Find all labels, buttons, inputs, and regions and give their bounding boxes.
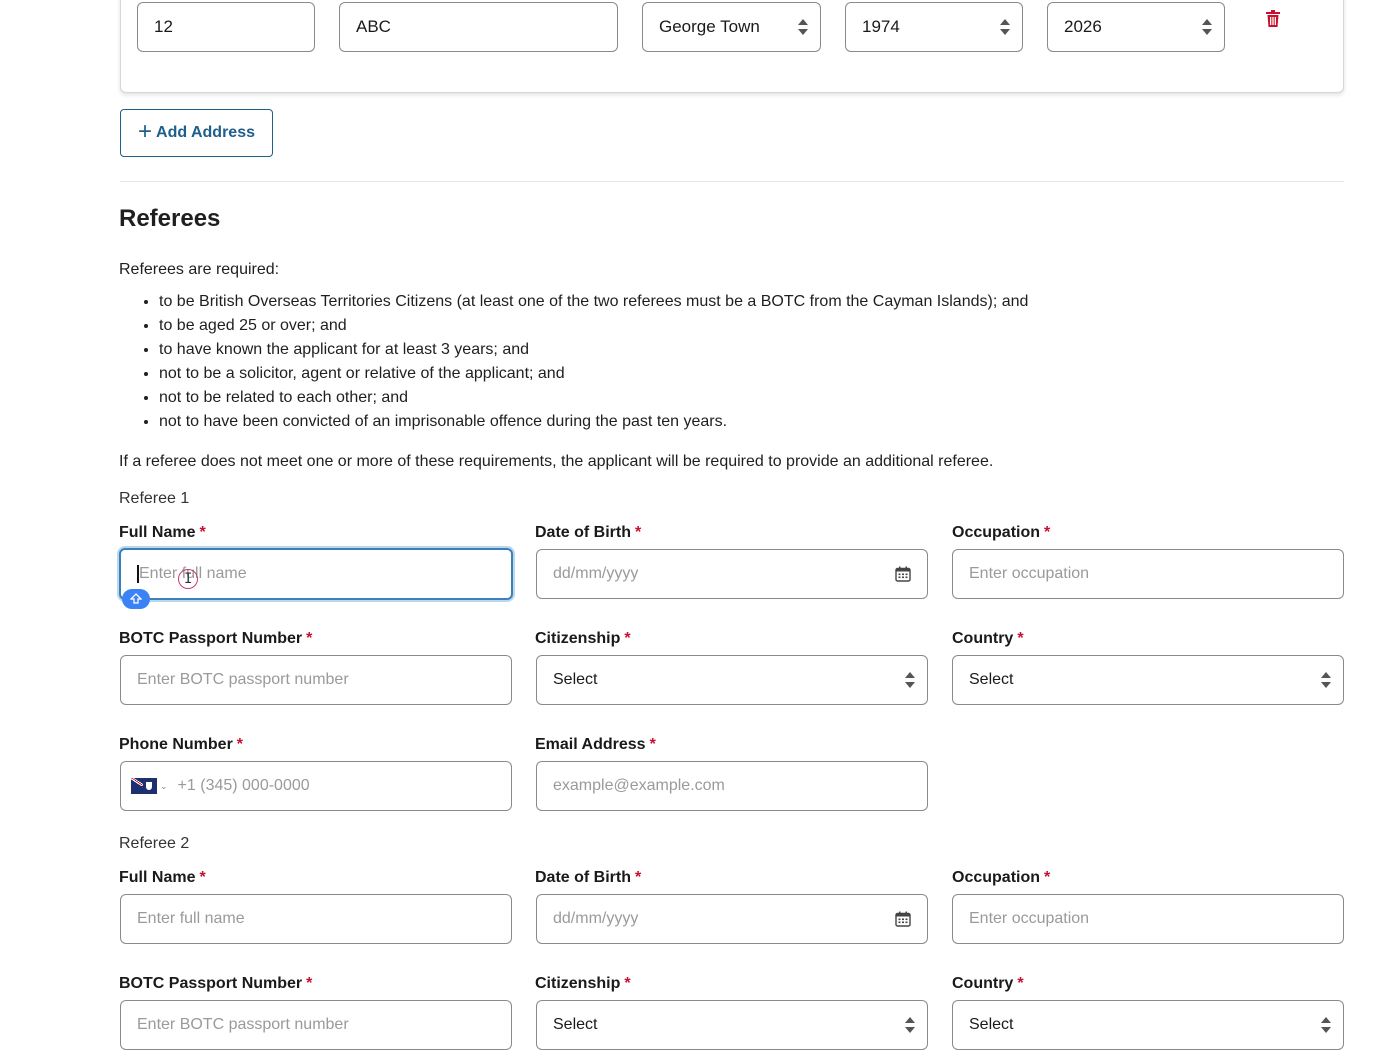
list-item: not to be related to each other; and <box>159 389 1028 413</box>
referee-2-citizenship-select[interactable]: Select <box>536 1000 928 1050</box>
requirements-list: to be British Overseas Territories Citiz… <box>159 293 1028 437</box>
list-item: not to have been convicted of an impriso… <box>159 413 1028 437</box>
select-arrows-icon <box>1321 1017 1331 1033</box>
dob-label: Date of Birth * <box>535 869 642 886</box>
house-number-field[interactable]: 12 <box>137 2 315 52</box>
select-arrows-icon <box>905 1017 915 1033</box>
keyboard-shift-icon <box>122 589 150 609</box>
chevron-down-icon: ⌄ <box>160 780 168 791</box>
select-arrows-icon <box>1000 19 1010 35</box>
calendar-icon[interactable] <box>895 911 911 927</box>
trash-icon[interactable] <box>1266 10 1280 27</box>
section-divider <box>120 181 1344 182</box>
dob-label: Date of Birth * <box>535 524 642 541</box>
passport-label: BOTC Passport Number * <box>119 630 313 647</box>
occupation-label: Occupation * <box>952 869 1051 886</box>
full-name-label: Full Name * <box>119 524 206 541</box>
add-address-button[interactable]: + Add Address <box>120 109 273 157</box>
referee-2-title: Referee 2 <box>119 835 190 852</box>
country-label: Country * <box>952 630 1024 647</box>
cayman-flag-icon <box>131 778 157 794</box>
referee-2-full-name-input[interactable]: Enter full name <box>120 894 512 944</box>
referee-2-passport-input[interactable]: Enter BOTC passport number <box>120 1000 512 1050</box>
referee-1-country-select[interactable]: Select <box>952 655 1344 705</box>
select-arrows-icon <box>1321 672 1331 688</box>
referee-1-title: Referee 1 <box>119 490 190 507</box>
referee-2-country-select[interactable]: Select <box>952 1000 1344 1050</box>
passport-label: BOTC Passport Number * <box>119 975 313 992</box>
email-label: Email Address * <box>535 736 656 753</box>
referee-1-phone-input[interactable]: ⌄ +1 (345) 000-0000 <box>120 761 512 811</box>
from-year-select[interactable]: 1974 <box>845 2 1023 52</box>
district-select[interactable]: George Town <box>642 2 821 52</box>
referees-note: If a referee does not meet one or more o… <box>119 453 994 470</box>
list-item: not to be a solicitor, agent or relative… <box>159 365 1028 389</box>
select-arrows-icon <box>1202 19 1212 35</box>
citizenship-label: Citizenship * <box>535 630 631 647</box>
country-label: Country * <box>952 975 1024 992</box>
calendar-icon[interactable] <box>895 566 911 582</box>
select-arrows-icon <box>798 19 808 35</box>
ibeam-cursor-icon: I <box>184 571 193 587</box>
select-arrows-icon <box>905 672 915 688</box>
referee-1-occupation-input[interactable]: Enter occupation <box>952 549 1344 599</box>
referee-1-citizenship-select[interactable]: Select <box>536 655 928 705</box>
occupation-label: Occupation * <box>952 524 1051 541</box>
plus-icon: + <box>138 118 153 145</box>
referee-2-dob-input[interactable]: dd/mm/yyyy <box>536 894 928 944</box>
list-item: to be British Overseas Territories Citiz… <box>159 293 1028 317</box>
referee-2-occupation-input[interactable]: Enter occupation <box>952 894 1344 944</box>
to-year-select[interactable]: 2026 <box>1047 2 1225 52</box>
country-code-selector[interactable]: ⌄ <box>131 778 168 794</box>
referee-1-passport-input[interactable]: Enter BOTC passport number <box>120 655 512 705</box>
add-address-label: Add Address <box>156 124 255 141</box>
section-title: Referees <box>119 205 221 232</box>
street-field[interactable]: ABC <box>339 2 618 52</box>
list-item: to have known the applicant for at least… <box>159 341 1028 365</box>
phone-label: Phone Number * <box>119 736 244 753</box>
referees-intro: Referees are required: <box>119 261 280 278</box>
full-name-label: Full Name * <box>119 869 206 886</box>
citizenship-label: Citizenship * <box>535 975 631 992</box>
list-item: to be aged 25 or over; and <box>159 317 1028 341</box>
referee-1-email-input[interactable]: example@example.com <box>536 761 928 811</box>
referee-1-dob-input[interactable]: dd/mm/yyyy <box>536 549 928 599</box>
